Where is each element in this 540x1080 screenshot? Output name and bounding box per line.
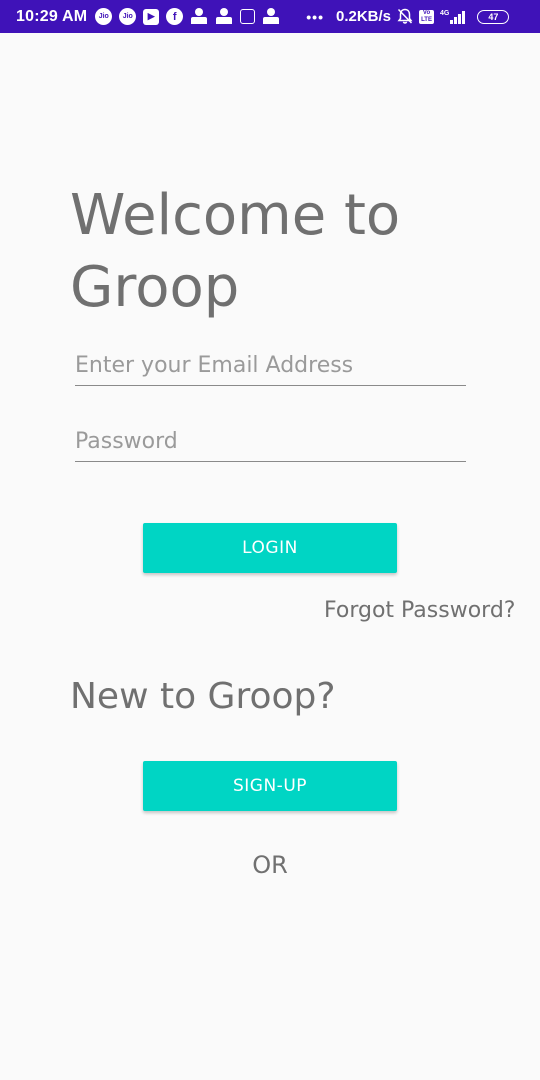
- more-notifications-icon: •••: [306, 8, 324, 25]
- status-bar: 10:29 AM Jio Jio ▶ f ••• 0.2KB/s Vo LTE …: [0, 0, 540, 33]
- network-type: 4G: [440, 9, 450, 17]
- jio-icon: Jio: [95, 8, 113, 25]
- jio-icon-2: Jio: [119, 8, 137, 25]
- facebook-icon: f: [166, 8, 184, 25]
- signal-group: 4G: [440, 9, 466, 24]
- login-button[interactable]: LOGIN: [143, 523, 397, 573]
- signup-button[interactable]: SIGN-UP: [143, 761, 397, 811]
- email-field[interactable]: [75, 346, 466, 386]
- calculator-icon: [240, 9, 256, 24]
- tv-icon: ▶: [143, 8, 160, 25]
- forgot-password-link[interactable]: Forgot Password?: [324, 598, 515, 623]
- bell-off-icon: [397, 8, 413, 24]
- system-icons: Vo LTE 4G 47: [397, 8, 510, 25]
- volte-icon: Vo LTE: [419, 9, 435, 24]
- welcome-title: Welcome to Groop: [70, 183, 401, 320]
- notification-icons: Jio Jio ▶ f: [95, 8, 280, 25]
- network-speed: 0.2KB/s: [335, 8, 392, 25]
- new-to-groop-heading: New to Groop?: [70, 676, 336, 717]
- battery-icon: 47: [477, 9, 510, 24]
- status-time: 10:29 AM: [16, 7, 88, 25]
- signal-icon: [450, 10, 466, 24]
- app-notification-icon-3: [262, 8, 280, 25]
- login-screen: 10:29 AM Jio Jio ▶ f ••• 0.2KB/s Vo LTE …: [0, 0, 540, 1080]
- or-divider-text: OR: [252, 851, 288, 879]
- password-field[interactable]: [75, 422, 466, 462]
- app-notification-icon-2: [215, 8, 233, 25]
- app-notification-icon: [190, 8, 208, 25]
